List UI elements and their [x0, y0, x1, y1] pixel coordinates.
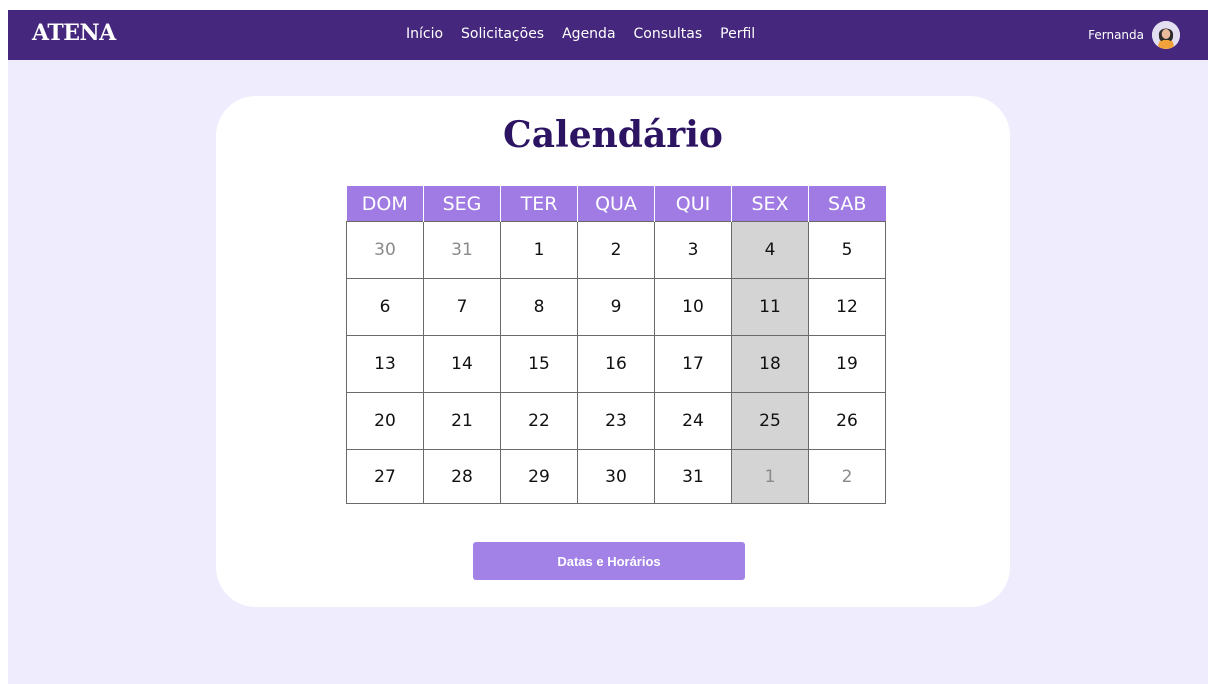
avatar-image — [1152, 21, 1180, 49]
nav-link-agenda[interactable]: Agenda — [562, 26, 615, 42]
calendar-day-cell[interactable]: 3 — [654, 221, 732, 279]
page-title: Calendário — [503, 114, 723, 156]
calendar-day-cell[interactable]: 30 — [577, 449, 655, 504]
calendar-day-cell[interactable]: 7 — [423, 278, 501, 336]
calendar-day-cell[interactable]: 28 — [423, 449, 501, 504]
calendar-grid: DOM SEG TER QUA QUI SEX SAB 30 31 1 2 3 … — [346, 186, 886, 504]
calendar-header-row: DOM SEG TER QUA QUI SEX SAB — [346, 186, 886, 222]
calendar-day-cell[interactable]: 20 — [346, 392, 424, 450]
calendar-day-cell[interactable]: 24 — [654, 392, 732, 450]
calendar-day-cell[interactable]: 23 — [577, 392, 655, 450]
calendar-day-cell[interactable]: 18 — [731, 335, 809, 393]
nav-link-solicitacoes[interactable]: Solicitações — [461, 26, 544, 42]
calendar-card: Calendário DOM SEG TER QUA QUI SEX SAB 3… — [216, 96, 1010, 607]
calendar-week-row: 20 21 22 23 24 25 26 — [346, 392, 886, 450]
calendar-day-cell[interactable]: 17 — [654, 335, 732, 393]
weekday-header: QUI — [654, 186, 732, 222]
calendar-day-cell[interactable]: 31 — [423, 221, 501, 279]
calendar-day-cell[interactable]: 12 — [808, 278, 886, 336]
calendar-week-row: 27 28 29 30 31 1 2 — [346, 449, 886, 504]
calendar-day-cell[interactable]: 22 — [500, 392, 578, 450]
nav-link-inicio[interactable]: Início — [406, 26, 443, 42]
calendar-day-cell[interactable]: 19 — [808, 335, 886, 393]
calendar-day-cell[interactable]: 31 — [654, 449, 732, 504]
calendar-day-cell[interactable]: 6 — [346, 278, 424, 336]
calendar-day-cell[interactable]: 15 — [500, 335, 578, 393]
calendar-day-cell[interactable]: 14 — [423, 335, 501, 393]
calendar-day-cell[interactable]: 21 — [423, 392, 501, 450]
calendar-day-cell[interactable]: 5 — [808, 221, 886, 279]
calendar-day-cell[interactable]: 11 — [731, 278, 809, 336]
weekday-header: SEX — [731, 186, 809, 222]
brand-logo[interactable]: ATENA — [32, 20, 116, 46]
calendar-day-cell[interactable]: 29 — [500, 449, 578, 504]
calendar-day-cell[interactable]: 9 — [577, 278, 655, 336]
top-navbar: ATENA Início Solicitações Agenda Consult… — [8, 10, 1208, 60]
calendar-day-cell[interactable]: 1 — [500, 221, 578, 279]
weekday-header: DOM — [346, 186, 424, 222]
weekday-header: QUA — [577, 186, 655, 222]
nav-link-consultas[interactable]: Consultas — [634, 26, 703, 42]
app-frame: ATENA Início Solicitações Agenda Consult… — [8, 10, 1208, 684]
calendar-day-cell[interactable]: 16 — [577, 335, 655, 393]
calendar-week-row: 30 31 1 2 3 4 5 — [346, 221, 886, 279]
nav-link-perfil[interactable]: Perfil — [720, 26, 755, 42]
nav-links: Início Solicitações Agenda Consultas Per… — [406, 26, 755, 42]
calendar-day-cell[interactable]: 27 — [346, 449, 424, 504]
calendar-day-cell[interactable]: 10 — [654, 278, 732, 336]
calendar-week-row: 6 7 8 9 10 11 12 — [346, 278, 886, 336]
user-avatar-icon[interactable] — [1152, 21, 1180, 49]
calendar-day-cell[interactable]: 2 — [577, 221, 655, 279]
weekday-header: SEG — [423, 186, 501, 222]
calendar-day-cell[interactable]: 8 — [500, 278, 578, 336]
calendar-day-cell[interactable]: 25 — [731, 392, 809, 450]
calendar-day-cell[interactable]: 13 — [346, 335, 424, 393]
user-name: Fernanda — [1088, 28, 1144, 42]
dates-times-button[interactable]: Datas e Horários — [473, 542, 745, 580]
user-menu[interactable]: Fernanda — [1088, 21, 1180, 49]
calendar-day-cell[interactable]: 2 — [808, 449, 886, 504]
calendar-day-cell[interactable]: 4 — [731, 221, 809, 279]
calendar-day-cell[interactable]: 1 — [731, 449, 809, 504]
calendar-week-row: 13 14 15 16 17 18 19 — [346, 335, 886, 393]
calendar-day-cell[interactable]: 30 — [346, 221, 424, 279]
calendar-day-cell[interactable]: 26 — [808, 392, 886, 450]
weekday-header: TER — [500, 186, 578, 222]
weekday-header: SAB — [808, 186, 886, 222]
